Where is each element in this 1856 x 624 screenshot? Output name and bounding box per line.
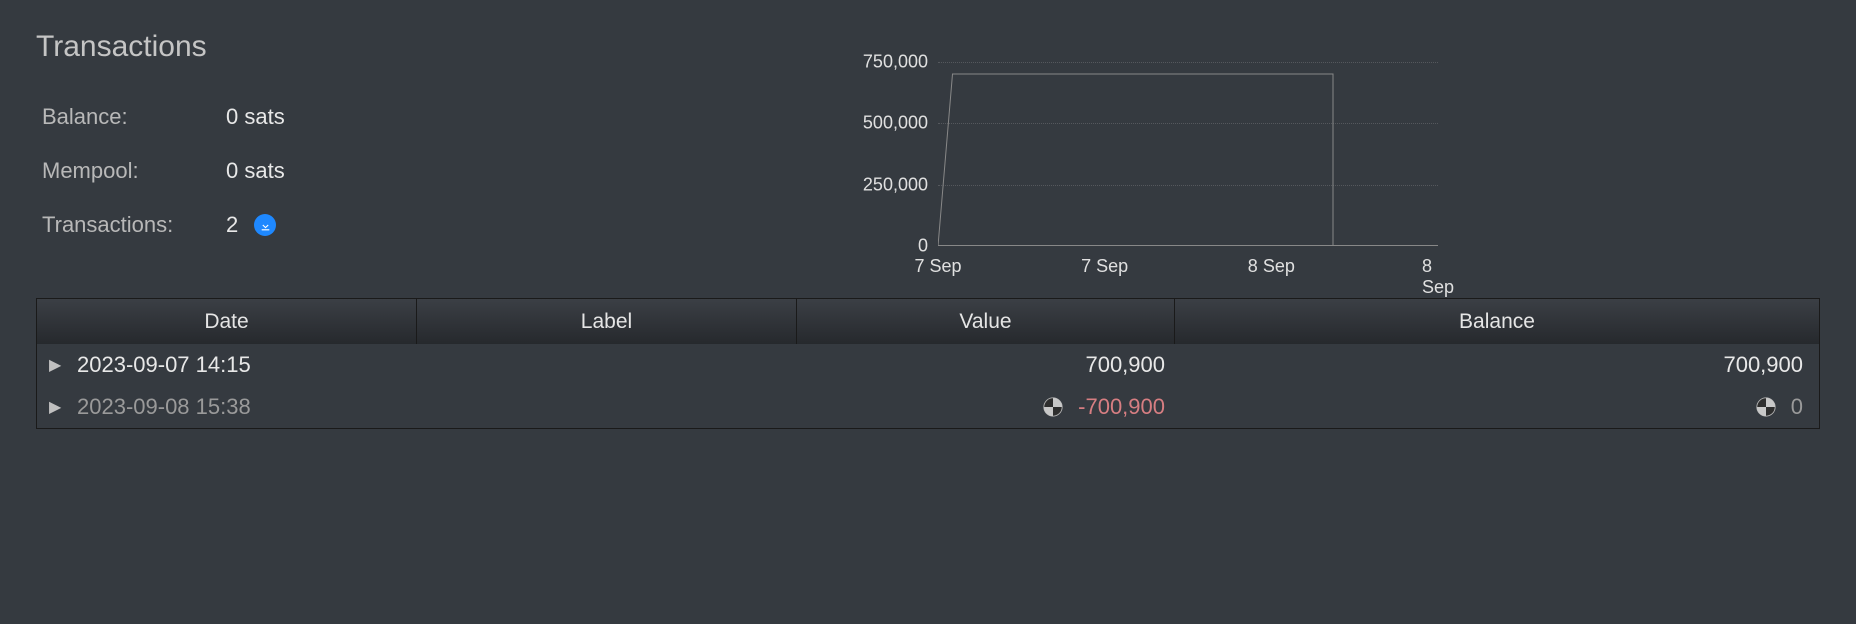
chart-xtick: 8 Sep xyxy=(1422,256,1454,298)
transactions-count: 2 xyxy=(226,212,238,238)
cell-date: 2023-09-08 15:38 xyxy=(77,394,251,420)
chart-xtick: 7 Sep xyxy=(914,256,961,277)
balance-label: Balance: xyxy=(42,104,226,130)
cell-balance: 700,900 xyxy=(1723,352,1803,378)
th-date[interactable]: Date xyxy=(37,299,417,344)
chart-ytick: 0 xyxy=(918,236,928,257)
pie-icon xyxy=(1042,396,1064,418)
transactions-table: Date Label Value Balance ▶ 2023-09-07 14:… xyxy=(36,298,1820,429)
expand-icon[interactable]: ▶ xyxy=(49,397,63,417)
chart-ytick: 250,000 xyxy=(863,174,928,195)
chart-ytick: 500,000 xyxy=(863,113,928,134)
expand-icon[interactable]: ▶ xyxy=(49,355,63,375)
balance-value: 0 sats xyxy=(226,104,285,130)
pie-icon xyxy=(1755,396,1777,418)
transactions-label: Transactions: xyxy=(42,212,226,238)
mempool-value: 0 sats xyxy=(226,158,285,184)
cell-date: 2023-09-07 14:15 xyxy=(77,352,251,378)
cell-value: -700,900 xyxy=(1078,394,1165,420)
cell-label xyxy=(417,386,797,428)
cell-balance: 0 xyxy=(1791,394,1803,420)
download-icon[interactable] xyxy=(254,214,276,236)
balance-chart: 0250,000500,000750,0007 Sep7 Sep8 Sep8 S… xyxy=(820,52,1440,282)
th-value[interactable]: Value xyxy=(797,299,1175,344)
th-balance[interactable]: Balance xyxy=(1175,299,1819,344)
chart-xtick: 8 Sep xyxy=(1248,256,1295,277)
cell-label xyxy=(417,344,797,386)
chart-xtick: 7 Sep xyxy=(1081,256,1128,277)
stats-panel: Balance: 0 sats Mempool: 0 sats Transact… xyxy=(36,90,285,252)
table-header: Date Label Value Balance xyxy=(37,299,1819,344)
mempool-label: Mempool: xyxy=(42,158,226,184)
chart-ytick: 750,000 xyxy=(863,52,928,73)
table-row[interactable]: ▶ 2023-09-08 15:38 -700,900 0 xyxy=(37,386,1819,428)
th-label[interactable]: Label xyxy=(417,299,797,344)
table-row[interactable]: ▶ 2023-09-07 14:15 700,900 700,900 xyxy=(37,344,1819,386)
cell-value: 700,900 xyxy=(1085,352,1165,378)
